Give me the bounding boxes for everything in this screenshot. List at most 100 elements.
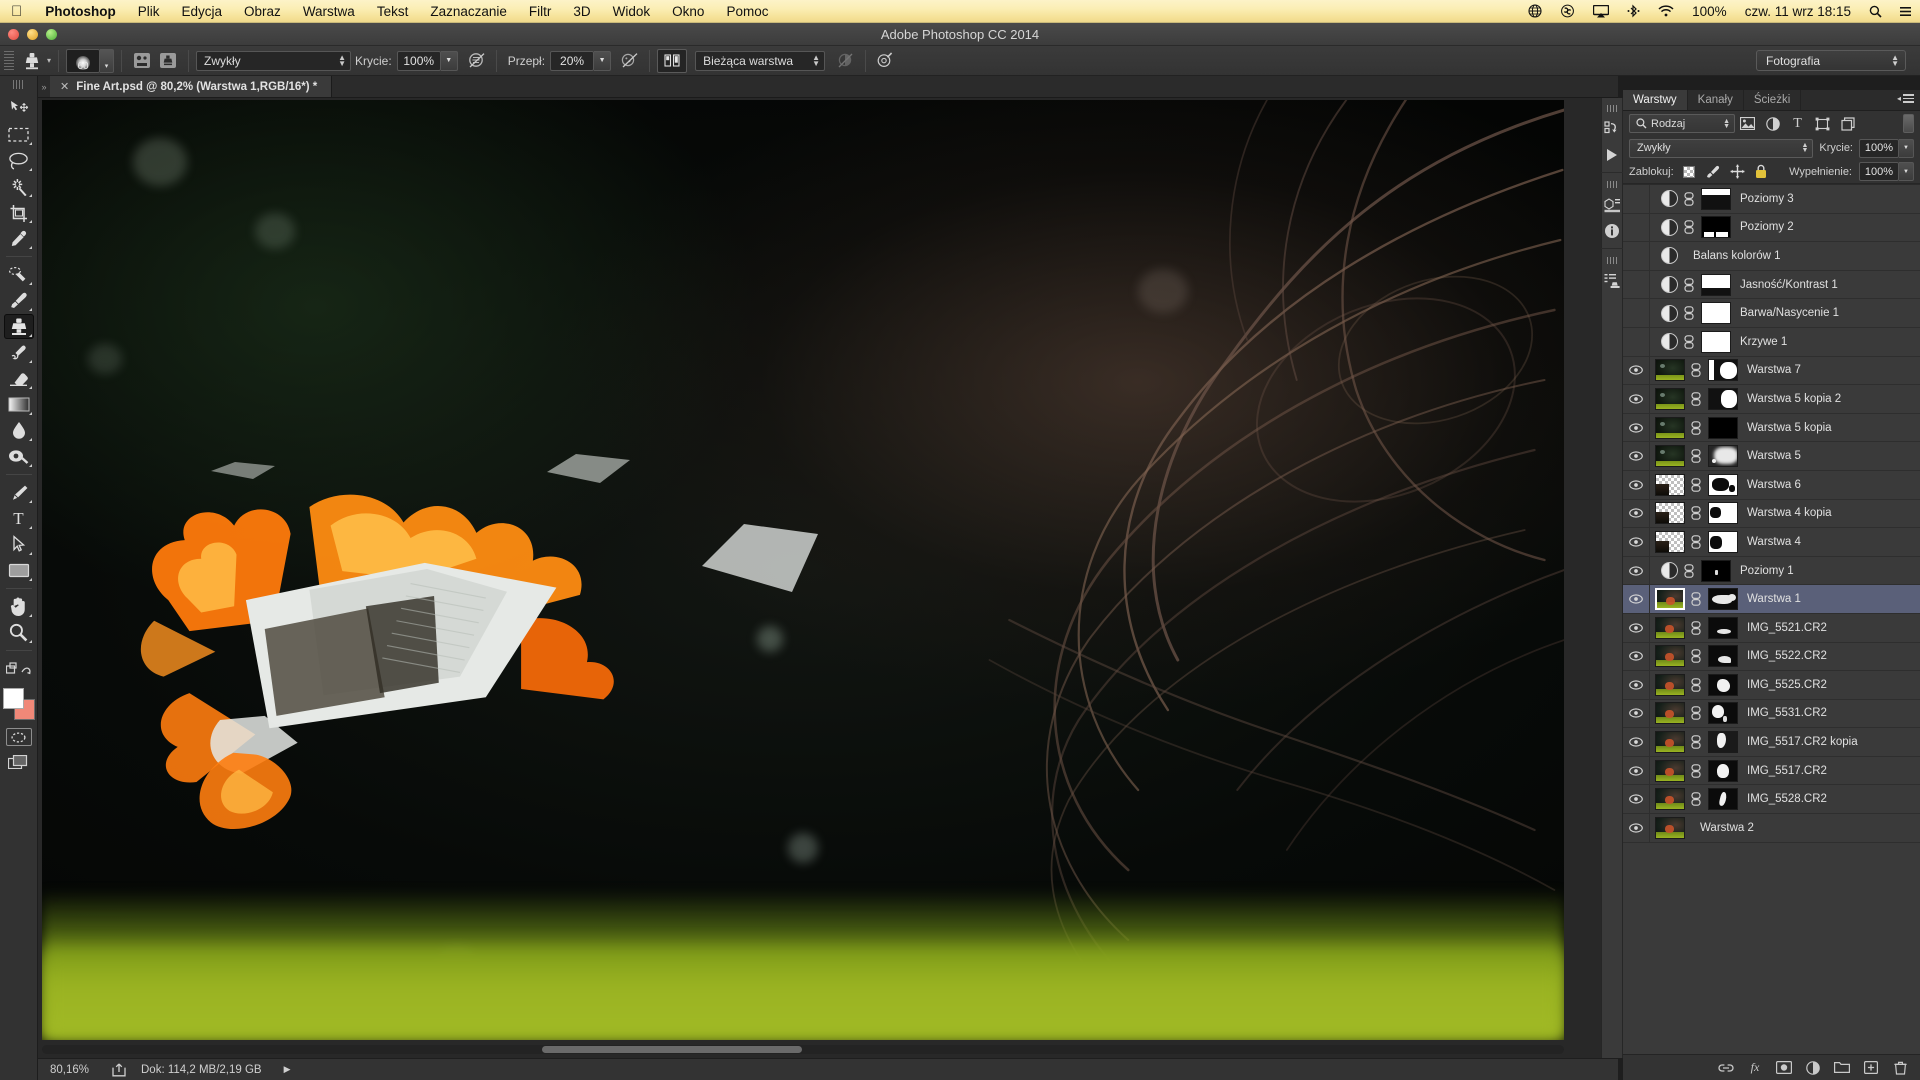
- layer-thumbnail[interactable]: [1655, 416, 1685, 439]
- opacity-value[interactable]: 100%: [396, 50, 441, 71]
- opacity-control[interactable]: 100% ▼: [396, 50, 458, 71]
- layer-row[interactable]: IMG_5522.CR2: [1623, 642, 1920, 672]
- apple-logo-icon[interactable]: : [0, 4, 34, 19]
- globe-icon[interactable]: [1519, 4, 1551, 18]
- layer-mask-link-icon[interactable]: [1690, 363, 1702, 378]
- history-panel-icon[interactable]: [1601, 116, 1623, 142]
- layer-visibility-toggle[interactable]: [1623, 680, 1649, 690]
- rail-grip[interactable]: [1606, 105, 1618, 112]
- document-tab[interactable]: ✕ Fine Art.psd @ 80,2% (Warstwa 1,RGB/16…: [50, 76, 333, 97]
- color-swatches[interactable]: [2, 688, 35, 720]
- layer-mask-link-icon[interactable]: [1690, 449, 1702, 463]
- menu-item-plik[interactable]: Plik: [127, 4, 171, 19]
- layer-name[interactable]: IMG_5521.CR2: [1747, 622, 1827, 634]
- clone-stamp-tool[interactable]: [3, 314, 34, 339]
- spot-healing-brush-tool[interactable]: [4, 262, 34, 287]
- close-tab-icon[interactable]: ✕: [60, 80, 69, 93]
- path-selection-tool[interactable]: [4, 532, 34, 557]
- layer-name[interactable]: IMG_5531.CR2: [1747, 707, 1827, 719]
- layer-mask-thumbnail[interactable]: [1701, 330, 1731, 353]
- layer-blend-mode-select[interactable]: Zwykły ▲ ▼: [1629, 138, 1814, 158]
- layer-mask-thumbnail[interactable]: [1708, 731, 1738, 754]
- layer-opacity-control[interactable]: 100% ▼: [1859, 138, 1914, 158]
- layer-thumbnail[interactable]: [1655, 759, 1685, 782]
- magic-wand-tool[interactable]: [4, 174, 34, 199]
- layer-mask-thumbnail[interactable]: [1708, 359, 1738, 382]
- flow-dropdown-icon[interactable]: ▼: [594, 50, 612, 71]
- menu-item-photoshop[interactable]: Photoshop: [34, 4, 127, 19]
- zoom-level-value[interactable]: 80,16%: [50, 1064, 108, 1076]
- adjustment-layer-icon[interactable]: [1661, 190, 1678, 208]
- layer-row[interactable]: Warstwa 1: [1623, 584, 1920, 614]
- layer-visibility-toggle[interactable]: [1623, 794, 1649, 804]
- flow-value[interactable]: 20%: [550, 50, 595, 71]
- type-tool[interactable]: T: [4, 506, 34, 531]
- 3d-panel-icon[interactable]: [1601, 192, 1623, 218]
- clock-label[interactable]: czw. 11 wrz 18:15: [1736, 4, 1860, 19]
- layer-row[interactable]: IMG_5525.CR2: [1623, 670, 1920, 700]
- layer-thumbnail[interactable]: [1655, 502, 1685, 525]
- layer-row[interactable]: Warstwa 7: [1623, 356, 1920, 386]
- layer-mask-thumbnail[interactable]: [1708, 416, 1738, 439]
- info-panel-icon[interactable]: [1601, 218, 1623, 244]
- layer-mask-link-icon[interactable]: [1690, 620, 1702, 635]
- layer-list[interactable]: Poziomy 3 Poziomy 2 Balans kolorów 1 Jasnoś…: [1623, 184, 1920, 1054]
- add-mask-icon[interactable]: [1776, 1060, 1792, 1076]
- blend-mode-select[interactable]: Zwykły ▲ ▼: [196, 50, 352, 71]
- layer-thumbnail[interactable]: [1655, 359, 1685, 382]
- lock-position-icon[interactable]: [1729, 163, 1746, 180]
- layer-mask-link-icon[interactable]: [1683, 191, 1695, 206]
- tab-sciezki[interactable]: Ścieżki: [1744, 90, 1802, 110]
- layer-row[interactable]: IMG_5521.CR2: [1623, 613, 1920, 643]
- menu-item-pomoc[interactable]: Pomoc: [715, 4, 779, 19]
- clone-source-panel-icon[interactable]: [155, 49, 181, 73]
- options-bar-grip[interactable]: [4, 50, 14, 71]
- menu-item-filtr[interactable]: Filtr: [518, 4, 563, 19]
- layer-mask-link-icon[interactable]: [1690, 392, 1702, 406]
- layer-visibility-toggle[interactable]: [1623, 708, 1649, 719]
- layer-row[interactable]: Warstwa 2: [1623, 813, 1920, 843]
- layer-visibility-toggle[interactable]: [1623, 365, 1649, 375]
- sample-select[interactable]: Bieżąca warstwa ▲ ▼: [695, 50, 826, 71]
- canvas-area[interactable]: [38, 98, 1618, 1058]
- quick-mask-icon[interactable]: [5, 728, 32, 746]
- adjustment-layer-icon[interactable]: [1661, 304, 1678, 322]
- layer-visibility-toggle[interactable]: [1623, 537, 1649, 547]
- layer-name[interactable]: Warstwa 6: [1747, 479, 1801, 491]
- menu-item-zaznaczanie[interactable]: Zaznaczanie: [419, 4, 518, 19]
- filter-type-icon[interactable]: T: [1785, 113, 1810, 135]
- layer-visibility-toggle[interactable]: [1623, 651, 1649, 661]
- layer-name[interactable]: IMG_5525.CR2: [1747, 679, 1827, 691]
- lock-transparent-pixels-icon[interactable]: [1681, 163, 1698, 180]
- layer-thumbnail[interactable]: [1655, 616, 1685, 639]
- layer-row[interactable]: Warstwa 4: [1623, 527, 1920, 557]
- layer-name[interactable]: Poziomy 1: [1740, 565, 1794, 577]
- adjustment-layer-icon[interactable]: [1661, 276, 1678, 294]
- flow-control[interactable]: 20% ▼: [550, 50, 612, 71]
- image-canvas[interactable]: [42, 100, 1564, 1040]
- tab-overflow-chevron-icon[interactable]: »: [38, 76, 50, 97]
- layer-name[interactable]: IMG_5517.CR2 kopia: [1747, 736, 1858, 748]
- new-group-icon[interactable]: [1834, 1060, 1850, 1076]
- brush-size-preview[interactable]: 60: [66, 48, 101, 73]
- layer-row[interactable]: Poziomy 1: [1623, 556, 1920, 586]
- layer-style-icon[interactable]: fx: [1747, 1060, 1763, 1076]
- adjustment-layer-icon[interactable]: [1661, 218, 1678, 236]
- rail-grip-3[interactable]: [1606, 257, 1618, 264]
- layer-row[interactable]: IMG_5517.CR2 kopia: [1623, 727, 1920, 757]
- lock-image-pixels-icon[interactable]: [1705, 163, 1722, 180]
- clone-stamp-icon[interactable]: [20, 49, 44, 73]
- layer-thumbnail[interactable]: [1655, 816, 1685, 839]
- layer-thumbnail[interactable]: [1655, 530, 1685, 553]
- lasso-tool[interactable]: [4, 148, 34, 173]
- battery-percent-label[interactable]: 100%: [1683, 4, 1736, 19]
- wifi-icon[interactable]: [1649, 5, 1683, 17]
- minimize-button[interactable]: [27, 29, 38, 40]
- layer-name[interactable]: Krzywe 1: [1740, 336, 1787, 348]
- layer-mask-thumbnail[interactable]: [1708, 702, 1738, 725]
- layer-visibility-toggle[interactable]: [1623, 623, 1649, 633]
- layer-mask-thumbnail[interactable]: [1708, 759, 1738, 782]
- layer-name[interactable]: Warstwa 4: [1747, 536, 1801, 548]
- layer-row[interactable]: IMG_5517.CR2: [1623, 756, 1920, 786]
- layer-name[interactable]: IMG_5517.CR2: [1747, 765, 1827, 777]
